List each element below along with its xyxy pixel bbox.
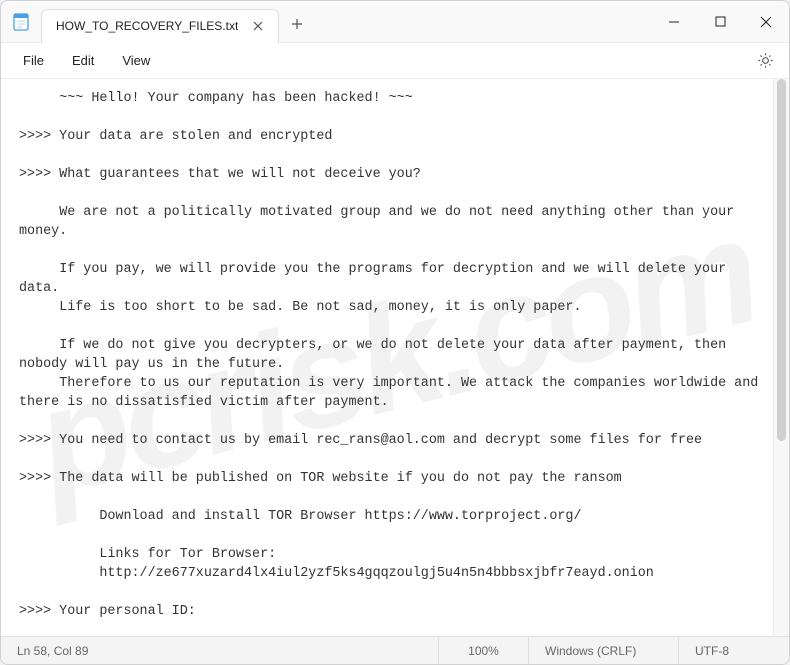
line-endings[interactable]: Windows (CRLF) (529, 637, 679, 664)
menubar: File Edit View (1, 43, 789, 79)
cursor-position[interactable]: Ln 58, Col 89 (1, 637, 439, 664)
notepad-icon (1, 1, 41, 43)
plus-icon (291, 18, 303, 30)
maximize-icon (715, 16, 726, 27)
notepad-window: HOW_TO_RECOVERY_FILES.txt (0, 0, 790, 665)
close-icon (760, 16, 772, 28)
statusbar: Ln 58, Col 89 100% Windows (CRLF) UTF-8 (1, 636, 789, 664)
window-controls (651, 1, 789, 43)
scroll-thumb[interactable] (777, 79, 786, 441)
menu-file[interactable]: File (9, 47, 58, 74)
zoom-level[interactable]: 100% (439, 637, 529, 664)
document-text[interactable]: ~~~ Hello! Your company has been hacked!… (1, 79, 789, 631)
titlebar: HOW_TO_RECOVERY_FILES.txt (1, 1, 789, 43)
vertical-scrollbar[interactable] (773, 79, 789, 636)
file-tab[interactable]: HOW_TO_RECOVERY_FILES.txt (41, 9, 279, 43)
close-icon (253, 21, 263, 31)
gear-icon (757, 52, 774, 69)
encoding[interactable]: UTF-8 (679, 637, 789, 664)
maximize-button[interactable] (697, 1, 743, 43)
editor-area: ~~~ Hello! Your company has been hacked!… (1, 79, 789, 636)
menu-view[interactable]: View (108, 47, 164, 74)
close-tab-button[interactable] (248, 16, 268, 36)
tab-title: HOW_TO_RECOVERY_FILES.txt (56, 19, 238, 33)
settings-button[interactable] (749, 45, 781, 77)
new-tab-button[interactable] (279, 7, 315, 41)
menu-edit[interactable]: Edit (58, 47, 108, 74)
minimize-button[interactable] (651, 1, 697, 43)
close-window-button[interactable] (743, 1, 789, 43)
minimize-icon (668, 16, 680, 28)
